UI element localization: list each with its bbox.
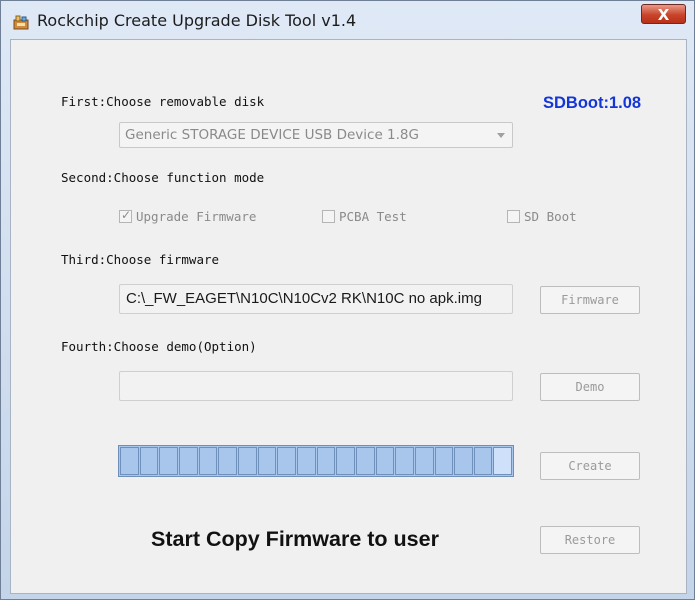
step-second-label: Second:Choose function mode bbox=[61, 170, 265, 185]
progress-segment bbox=[198, 447, 218, 475]
progress-segment bbox=[257, 447, 277, 475]
progress-segment bbox=[139, 447, 159, 475]
disk-select[interactable]: Generic STORAGE DEVICE USB Device 1.8G bbox=[119, 122, 513, 148]
close-icon: X bbox=[657, 6, 670, 24]
main-panel: First:Choose removable disk SDBoot:1.08 … bbox=[10, 39, 687, 594]
status-message: Start Copy Firmware to user bbox=[151, 527, 439, 551]
progress-segment bbox=[375, 447, 395, 475]
progress-bar bbox=[118, 445, 514, 477]
progress-segment bbox=[178, 447, 198, 475]
progress-segment bbox=[120, 447, 139, 475]
checkbox-sd-boot[interactable]: SD Boot bbox=[507, 209, 577, 224]
checkbox-box[interactable] bbox=[507, 210, 520, 223]
checkbox-pcba-test[interactable]: PCBA Test bbox=[322, 209, 407, 224]
chevron-down-icon[interactable] bbox=[497, 133, 505, 138]
checkbox-label: SD Boot bbox=[524, 209, 577, 224]
checkbox-upgrade-firmware[interactable]: ✓ Upgrade Firmware bbox=[119, 208, 257, 224]
demo-path-field[interactable] bbox=[119, 371, 513, 401]
progress-segment bbox=[414, 447, 434, 475]
restore-button[interactable]: Restore bbox=[540, 526, 640, 554]
progress-segment bbox=[159, 447, 178, 475]
checkbox-label: PCBA Test bbox=[339, 209, 407, 224]
progress-segment bbox=[277, 447, 296, 475]
checkbox-box[interactable]: ✓ bbox=[119, 208, 132, 223]
step-third-label: Third:Choose firmware bbox=[61, 252, 220, 267]
create-button[interactable]: Create bbox=[540, 452, 640, 480]
app-icon bbox=[13, 15, 29, 30]
close-button[interactable]: X bbox=[641, 4, 686, 24]
title-bar[interactable]: Rockchip Create Upgrade Disk Tool v1.4 X bbox=[1, 1, 694, 39]
firmware-button[interactable]: Firmware bbox=[540, 286, 640, 314]
step-fourth-label: Fourth:Choose demo(Option) bbox=[61, 339, 257, 354]
progress-segment bbox=[454, 447, 473, 475]
progress-segment bbox=[237, 447, 257, 475]
progress-segment bbox=[218, 447, 237, 475]
progress-segment bbox=[493, 447, 513, 475]
demo-button[interactable]: Demo bbox=[540, 373, 640, 401]
checkbox-box[interactable] bbox=[322, 210, 335, 223]
checkbox-label: Upgrade Firmware bbox=[136, 209, 257, 224]
sdboot-version: SDBoot:1.08 bbox=[543, 94, 642, 112]
step-first-label: First:Choose removable disk bbox=[61, 94, 265, 109]
disk-select-value: Generic STORAGE DEVICE USB Device 1.8G bbox=[125, 127, 419, 143]
progress-segment bbox=[434, 447, 454, 475]
check-icon: ✓ bbox=[121, 208, 132, 222]
progress-segment bbox=[395, 447, 414, 475]
progress-segment bbox=[336, 447, 355, 475]
firmware-path-field[interactable]: C:\_FW_EAGET\N10C\N10Cv2 RK\N10C no apk.… bbox=[119, 284, 513, 314]
progress-segment bbox=[355, 447, 375, 475]
progress-segment bbox=[473, 447, 493, 475]
app-window: Rockchip Create Upgrade Disk Tool v1.4 X… bbox=[0, 0, 695, 600]
window-title: Rockchip Create Upgrade Disk Tool v1.4 bbox=[37, 11, 357, 30]
progress-segment bbox=[296, 447, 316, 475]
progress-segment bbox=[316, 447, 336, 475]
